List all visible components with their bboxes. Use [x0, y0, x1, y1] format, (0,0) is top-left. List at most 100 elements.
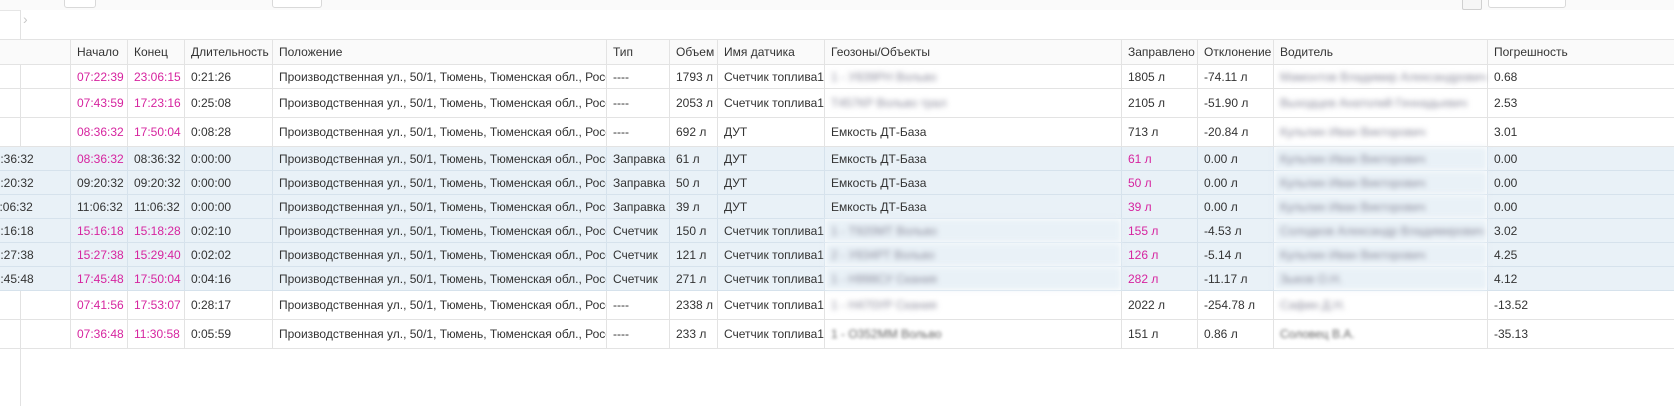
cell-sensor: ДУТ	[717, 194, 825, 219]
cell-deviation: 0.86 л	[1197, 319, 1274, 349]
cell-start[interactable]: 08:36:32	[70, 117, 128, 147]
cell-end[interactable]: 17:23:16	[127, 88, 185, 118]
cell-error: -13.52	[1487, 290, 1674, 320]
cell-error: 3.02	[1487, 218, 1674, 243]
cell-refueled[interactable]: 126 л	[1121, 242, 1198, 267]
cell-end[interactable]: 11:30:58	[127, 319, 185, 349]
cell-end[interactable]: 23:06:15	[127, 64, 185, 89]
cell-location: Производственная ул., 50/1, Тюмень, Тюме…	[272, 170, 607, 195]
cell-end[interactable]: 17:53:07	[127, 290, 185, 320]
cell-geo: 1 - Н998СУ Скания	[824, 266, 1122, 291]
column-header-prev[interactable]: ка	[0, 39, 71, 65]
cell-refueled[interactable]: 61 л	[1121, 146, 1198, 171]
cell-prev: 15:27:38	[0, 242, 71, 267]
cell-type: ----	[606, 117, 670, 147]
cell-start[interactable]: 08:36:32	[70, 146, 128, 171]
cell-end[interactable]: 17:50:04	[127, 266, 185, 291]
cell-deviation: 0.00 л	[1197, 194, 1274, 219]
cell-driver: Сафин Д.Н.	[1273, 290, 1488, 320]
cell-driver: Соловец В.А.	[1273, 319, 1488, 349]
cell-refueled[interactable]: 282 л	[1121, 266, 1198, 291]
refuel-report-table: ка Начало Конец Длительность Положение Т…	[0, 39, 1674, 349]
table-row[interactable]: 09:20:32 09:20:32 09:20:32 0:00:00 Произ…	[0, 170, 1674, 195]
cell-type: ----	[606, 290, 670, 320]
table-row[interactable]: 07:43:59 17:23:16 0:25:08 Производственн…	[0, 88, 1674, 118]
cell-driver: Солодков Александр Владимирович	[1273, 218, 1488, 243]
cell-refueled[interactable]: 50 л	[1121, 170, 1198, 195]
cell-deviation: -20.84 л	[1197, 117, 1274, 147]
cell-volume: 50 л	[669, 170, 718, 195]
cell-error: 4.25	[1487, 242, 1674, 267]
cell-deviation: -5.14 л	[1197, 242, 1274, 267]
cell-end: 09:20:32	[127, 170, 185, 195]
cell-error: -35.13	[1487, 319, 1674, 349]
cell-prev	[0, 117, 71, 147]
column-header-start[interactable]: Начало	[70, 39, 128, 65]
cell-end[interactable]: 15:29:40	[127, 242, 185, 267]
cell-duration: 0:02:10	[184, 218, 273, 243]
cell-start[interactable]: 07:22:39	[70, 64, 128, 89]
table-row[interactable]: 15:27:38 15:27:38 15:29:40 0:02:02 Произ…	[0, 242, 1674, 267]
table-header-row: ка Начало Конец Длительность Положение Т…	[0, 39, 1674, 65]
toolbar-field[interactable]	[272, 0, 322, 8]
column-header-refueled[interactable]: Заправлено	[1121, 39, 1198, 65]
cell-start[interactable]: 07:36:48	[70, 319, 128, 349]
cell-start[interactable]: 15:16:18	[70, 218, 128, 243]
cell-prev	[0, 64, 71, 89]
cell-start[interactable]: 07:43:59	[70, 88, 128, 118]
cell-sensor: Счетчик топлива1	[717, 290, 825, 320]
column-header-location[interactable]: Положение	[272, 39, 607, 65]
cell-prev: 08:36:32	[0, 146, 71, 171]
cell-prev	[0, 319, 71, 349]
cell-refueled[interactable]: 39 л	[1121, 194, 1198, 219]
table-row[interactable]: 08:36:32 17:50:04 0:08:28 Производственн…	[0, 117, 1674, 147]
cell-refueled[interactable]: 155 л	[1121, 218, 1198, 243]
cell-duration: 0:00:00	[184, 194, 273, 219]
column-header-sensor[interactable]: Имя датчика	[717, 39, 825, 65]
cell-volume: 2338 л	[669, 290, 718, 320]
cell-volume: 61 л	[669, 146, 718, 171]
column-header-deviation[interactable]: Отклонение	[1197, 39, 1274, 65]
cell-start[interactable]: 07:41:56	[70, 290, 128, 320]
cell-type: ----	[606, 319, 670, 349]
cell-driver: Кульпин Иван Викторович	[1273, 242, 1488, 267]
column-header-volume[interactable]: Объем	[669, 39, 718, 65]
cell-type: Заправка	[606, 170, 670, 195]
cell-error: 2.53	[1487, 88, 1674, 118]
toolbar-icon[interactable]	[1462, 0, 1482, 10]
cell-driver: Выходцев Анатолий Геннадьевич	[1273, 88, 1488, 118]
cell-location: Производственная ул., 50/1, Тюмень, Тюме…	[272, 194, 607, 219]
cell-deviation: -254.78 л	[1197, 290, 1274, 320]
cell-type: Заправка	[606, 194, 670, 219]
toolbar-button[interactable]	[64, 0, 96, 8]
table-row[interactable]: 17:45:48 17:45:48 17:50:04 0:04:16 Произ…	[0, 266, 1674, 291]
table-row[interactable]: 07:41:56 17:53:07 0:28:17 Производственн…	[0, 290, 1674, 320]
cell-sensor: ДУТ	[717, 117, 825, 147]
cell-end[interactable]: 17:50:04	[127, 117, 185, 147]
column-header-driver[interactable]: Водитель	[1273, 39, 1488, 65]
cell-duration: 0:08:28	[184, 117, 273, 147]
table-row[interactable]: 08:36:32 08:36:32 08:36:32 0:00:00 Произ…	[0, 146, 1674, 171]
column-header-end[interactable]: Конец	[127, 39, 185, 65]
table-row[interactable]: 07:22:39 23:06:15 0:21:26 Производственн…	[0, 64, 1674, 89]
cell-geo: Емкость ДТ-База	[824, 194, 1122, 219]
column-header-geozones[interactable]: Геозоны/Объекты	[824, 39, 1122, 65]
cell-end[interactable]: 15:18:28	[127, 218, 185, 243]
cell-driver: Кульпин Иван Викторович	[1273, 194, 1488, 219]
column-header-error[interactable]: Погрешность	[1487, 39, 1674, 65]
table-row[interactable]: 15:16:18 15:16:18 15:18:28 0:02:10 Произ…	[0, 218, 1674, 243]
cell-end: 11:06:32	[127, 194, 185, 219]
column-header-duration[interactable]: Длительность	[184, 39, 273, 65]
cell-error: 4.12	[1487, 266, 1674, 291]
cell-start[interactable]: 17:45:48	[70, 266, 128, 291]
table-row[interactable]: 07:36:48 11:30:58 0:05:59 Производственн…	[0, 319, 1674, 349]
toolbar-field-right[interactable]	[1488, 0, 1566, 8]
cell-duration: 0:05:59	[184, 319, 273, 349]
cell-start[interactable]: 15:27:38	[70, 242, 128, 267]
table-row[interactable]: 11:06:32 11:06:32 11:06:32 0:00:00 Произ…	[0, 194, 1674, 219]
cell-refueled: 1805 л	[1121, 64, 1198, 89]
cell-geo: Т457КР Вольво трал	[824, 88, 1122, 118]
column-header-type[interactable]: Тип	[606, 39, 670, 65]
chevron-right-icon[interactable]: ›	[23, 12, 28, 26]
cell-volume: 150 л	[669, 218, 718, 243]
